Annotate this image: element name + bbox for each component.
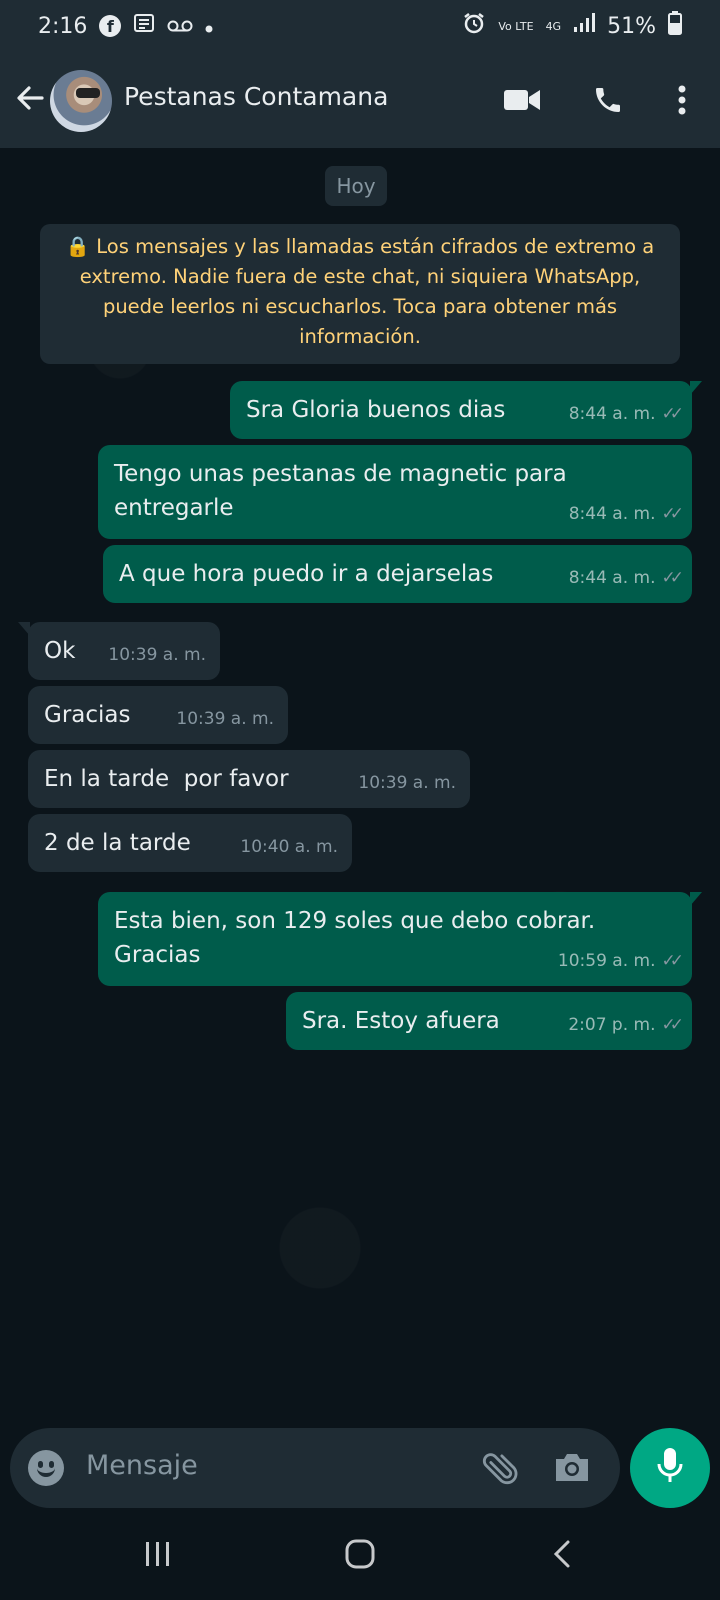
voicemail-icon <box>167 14 193 39</box>
message-meta: 10:39 a. m. <box>108 638 206 672</box>
volte-indicator: Vo LTE <box>498 19 534 33</box>
alarm-icon <box>462 11 486 41</box>
back-nav-icon[interactable] <box>542 1534 582 1574</box>
chat-header: Pestanas Contamana <box>0 52 720 148</box>
more-options-icon[interactable] <box>662 80 702 120</box>
message-bubble-incoming[interactable]: 2 de la tarde 10:40 a. m. <box>28 814 352 872</box>
facebook-notification-icon: f <box>99 15 122 37</box>
message-time: 10:39 a. m. <box>358 773 456 793</box>
message-time: 10:59 a. m. <box>557 951 656 971</box>
double-check-icon: ✓✓ <box>661 404 684 424</box>
double-check-icon: ✓✓ <box>661 504 684 524</box>
message-bubble-incoming[interactable]: Ok 10:39 a. m. <box>18 622 220 680</box>
message-meta: 10:59 a. m. ✓✓ <box>557 944 684 978</box>
message-meta: 8:44 a. m. ✓✓ <box>568 497 684 531</box>
video-call-icon[interactable] <box>502 80 542 120</box>
message-time: 2:07 p. m. <box>568 1015 656 1035</box>
message-text: A que hora puedo ir a dejarselas <box>119 561 494 587</box>
message-input[interactable]: Mensaje <box>86 1450 198 1481</box>
message-time: 10:40 a. m. <box>240 837 338 857</box>
battery-icon <box>668 11 682 41</box>
message-bubble-incoming[interactable]: En la tarde por favor 10:39 a. m. <box>28 750 470 808</box>
message-time: 10:39 a. m. <box>108 645 206 665</box>
message-text: Sra. Estoy afuera <box>302 1008 500 1034</box>
attach-icon[interactable] <box>480 1450 520 1490</box>
voice-message-button[interactable] <box>630 1428 710 1508</box>
message-text: En la tarde por favor <box>44 766 289 792</box>
recent-apps-icon[interactable] <box>138 1534 178 1574</box>
message-text: Tengo unas pestanas de magnetic para ent… <box>114 461 567 521</box>
double-check-icon: ✓✓ <box>661 568 684 588</box>
double-check-icon: ✓✓ <box>661 1015 684 1035</box>
message-meta: 10:40 a. m. <box>240 830 338 864</box>
avatar[interactable] <box>50 70 112 132</box>
message-meta: 10:39 a. m. <box>176 702 274 736</box>
message-text: Sra Gloria buenos dias <box>246 397 506 423</box>
message-meta: 8:44 a. m. ✓✓ <box>568 397 684 431</box>
news-notification-icon <box>133 12 155 40</box>
home-icon[interactable] <box>340 1534 380 1574</box>
message-meta: 10:39 a. m. <box>358 766 456 800</box>
notification-dot-icon <box>205 14 213 39</box>
contact-name[interactable]: Pestanas Contamana <box>124 82 388 111</box>
date-separator: Hoy <box>325 166 387 206</box>
message-bubble-outgoing[interactable]: Tengo unas pestanas de magnetic para ent… <box>98 445 692 539</box>
voice-call-icon[interactable] <box>588 80 628 120</box>
message-meta: 8:44 a. m. ✓✓ <box>568 561 684 595</box>
message-meta: 2:07 p. m. ✓✓ <box>568 1008 684 1042</box>
microphone-icon <box>655 1446 685 1490</box>
message-text: Esta bien, son 129 soles que debo cobrar… <box>114 908 596 968</box>
status-bar-left: 2:16 f <box>38 12 213 40</box>
bubble-tail <box>690 381 702 395</box>
message-time: 10:39 a. m. <box>176 709 274 729</box>
encryption-notice[interactable]: 🔒 Los mensajes y las llamadas están cifr… <box>40 224 680 364</box>
message-text: Gracias <box>44 702 131 728</box>
signal-strength-icon <box>573 13 596 39</box>
back-arrow-icon[interactable] <box>14 76 48 120</box>
message-composer[interactable]: Mensaje <box>10 1428 620 1508</box>
message-bubble-outgoing[interactable]: A que hora puedo ir a dejarselas 8:44 a.… <box>103 545 692 603</box>
message-bubble-outgoing[interactable]: Sra. Estoy afuera 2:07 p. m. ✓✓ <box>286 992 692 1050</box>
message-time: 8:44 a. m. <box>568 504 656 524</box>
status-bar-right: Vo LTE 4G 51% <box>462 11 682 41</box>
camera-icon[interactable] <box>552 1450 592 1490</box>
message-text: 2 de la tarde <box>44 830 191 856</box>
message-time: 8:44 a. m. <box>568 568 656 588</box>
network-type-indicator: 4G <box>545 19 562 33</box>
message-text: Ok <box>44 638 76 664</box>
emoji-icon[interactable] <box>28 1450 64 1486</box>
bubble-tail <box>690 892 702 906</box>
message-bubble-outgoing[interactable]: Sra Gloria buenos dias 8:44 a. m. ✓✓ <box>230 381 702 439</box>
system-navigation-bar <box>0 1508 720 1600</box>
message-bubble-incoming[interactable]: Gracias 10:39 a. m. <box>28 686 288 744</box>
status-bar: 2:16 f Vo LTE 4G 51% <box>0 0 720 52</box>
bubble-tail <box>18 622 30 636</box>
status-time: 2:16 <box>38 13 88 39</box>
battery-percentage: 51% <box>607 13 656 39</box>
message-bubble-outgoing[interactable]: Esta bien, son 129 soles que debo cobrar… <box>98 892 702 986</box>
double-check-icon: ✓✓ <box>661 951 684 971</box>
message-time: 8:44 a. m. <box>568 404 656 424</box>
